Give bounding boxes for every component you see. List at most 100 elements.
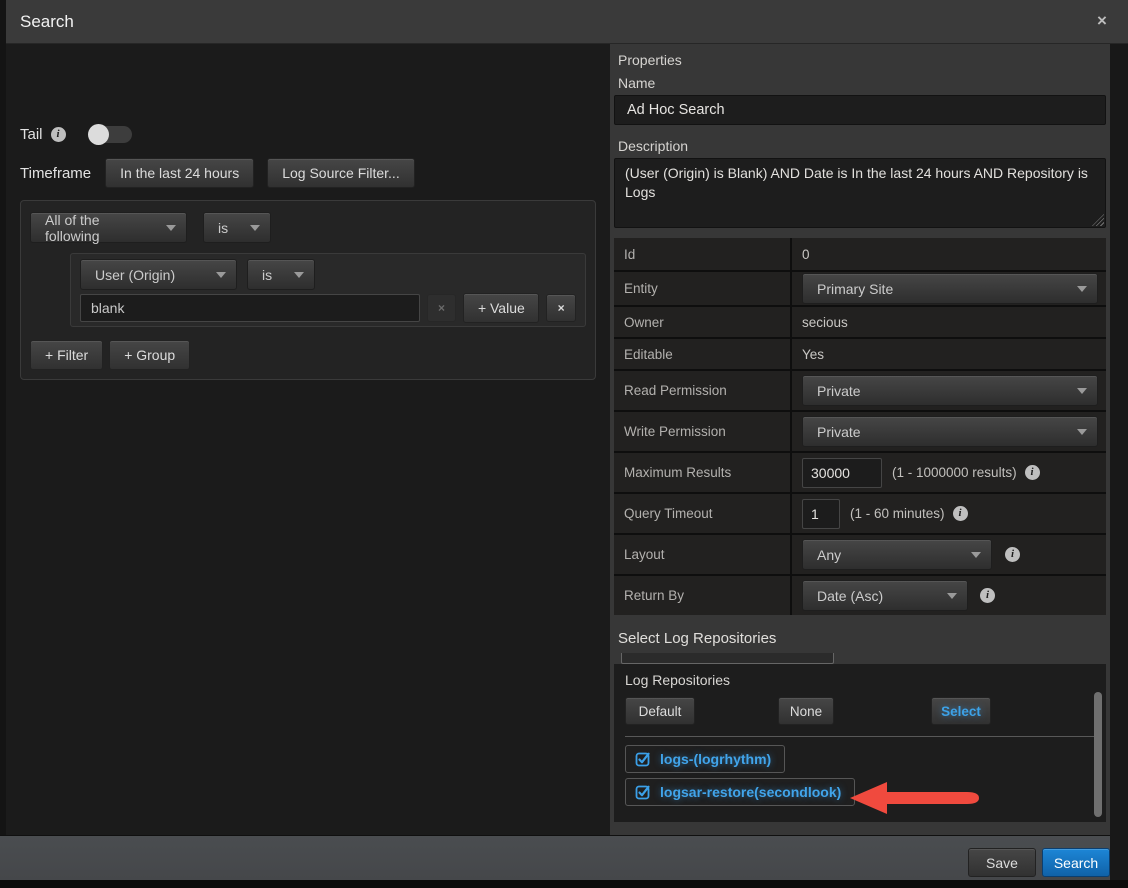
layout-value: Any xyxy=(817,547,841,563)
info-icon[interactable]: i xyxy=(1025,465,1040,480)
chevron-down-icon xyxy=(1077,388,1087,394)
dialog-title: Search xyxy=(20,0,74,43)
timeframe-row: Timeframe In the last 24 hours Log Sourc… xyxy=(20,158,415,188)
row-label: Editable xyxy=(614,339,792,369)
tail-toggle[interactable] xyxy=(88,124,132,145)
row-label: Maximum Results xyxy=(614,453,792,492)
row-label: Read Permission xyxy=(614,371,792,410)
chevron-down-icon xyxy=(166,225,176,231)
group-operator-value: All of the following xyxy=(45,212,156,244)
table-row-layout: Layout Any i xyxy=(614,533,1106,574)
filter-operator-value: is xyxy=(262,267,272,283)
dialog-titlebar: Search × xyxy=(6,0,1128,44)
table-row-editable: Editable Yes xyxy=(614,337,1106,369)
background-page-strip xyxy=(1110,44,1128,888)
chevron-down-icon xyxy=(1077,286,1087,292)
divider xyxy=(625,736,1096,737)
read-permission-dropdown[interactable]: Private xyxy=(802,375,1098,406)
table-row-maximum-results: Maximum Results (1 - 1000000 results) i xyxy=(614,451,1106,492)
repo-chip-label: logs-(logrhythm) xyxy=(660,751,771,767)
select-button[interactable]: Select xyxy=(931,697,991,725)
return-by-dropdown[interactable]: Date (Asc) xyxy=(802,580,968,611)
filter-group-box: All of the following is User (Origin) is xyxy=(20,200,596,380)
filter-row: User (Origin) is × + Value × xyxy=(70,253,586,327)
scrolled-input-remnant xyxy=(621,653,834,664)
info-icon[interactable]: i xyxy=(953,506,968,521)
filter-operator-dropdown[interactable]: is xyxy=(247,259,315,290)
filter-value-input[interactable] xyxy=(80,294,420,322)
save-button[interactable]: Save xyxy=(968,848,1036,877)
name-input[interactable] xyxy=(614,95,1106,125)
name-label: Name xyxy=(618,75,1110,91)
log-repositories-panel: Log Repositories Default None Select log… xyxy=(614,664,1106,822)
add-group-button[interactable]: + Group xyxy=(109,340,190,370)
search-button[interactable]: Search xyxy=(1042,848,1110,877)
repo-chip-label: logsar-restore(secondlook) xyxy=(660,784,841,800)
timeframe-button[interactable]: In the last 24 hours xyxy=(105,158,254,188)
chevron-down-icon xyxy=(250,225,260,231)
table-row-owner: Owner secious xyxy=(614,305,1106,337)
checkbox-checked-icon xyxy=(635,784,651,800)
table-row-entity: Entity Primary Site xyxy=(614,270,1106,305)
maximum-results-input[interactable] xyxy=(802,458,882,488)
row-label: Return By xyxy=(614,576,792,615)
repo-chip-logsar-restore-secondlook[interactable]: logsar-restore(secondlook) xyxy=(625,778,855,806)
log-source-filter-button[interactable]: Log Source Filter... xyxy=(267,158,415,188)
table-row-id: Id 0 xyxy=(614,238,1106,270)
row-label: Owner xyxy=(614,307,792,337)
info-icon[interactable]: i xyxy=(1005,547,1020,562)
chevron-down-icon xyxy=(971,552,981,558)
none-button[interactable]: None xyxy=(778,697,834,725)
filter-field-value: User (Origin) xyxy=(95,267,175,283)
query-timeout-input[interactable] xyxy=(802,499,840,529)
checkbox-checked-icon xyxy=(635,751,651,767)
write-permission-dropdown[interactable]: Private xyxy=(802,416,1098,447)
layout-dropdown[interactable]: Any xyxy=(802,539,992,570)
chevron-down-icon xyxy=(294,272,304,278)
entity-dropdown[interactable]: Primary Site xyxy=(802,273,1098,304)
table-row-read-permission: Read Permission Private xyxy=(614,369,1106,410)
row-label: Layout xyxy=(614,535,792,574)
remove-filter-button[interactable]: × xyxy=(546,294,576,322)
description-textarea[interactable]: (User (Origin) is Blank) AND Date is In … xyxy=(614,158,1106,228)
query-timeout-hint: (1 - 60 minutes) xyxy=(850,506,945,521)
group-condition-value: is xyxy=(218,220,228,236)
table-row-write-permission: Write Permission Private xyxy=(614,410,1106,451)
add-filter-button[interactable]: + Filter xyxy=(30,340,103,370)
description-label: Description xyxy=(618,138,1110,154)
group-condition-dropdown[interactable]: is xyxy=(203,212,271,243)
entity-value: Primary Site xyxy=(817,281,893,297)
editable-value: Yes xyxy=(802,347,824,362)
tail-toggle-knob xyxy=(88,124,109,145)
chevron-down-icon xyxy=(947,593,957,599)
filter-field-dropdown[interactable]: User (Origin) xyxy=(80,259,237,290)
default-button[interactable]: Default xyxy=(625,697,695,725)
row-label: Query Timeout xyxy=(614,494,792,533)
group-operator-dropdown[interactable]: All of the following xyxy=(30,212,187,243)
add-value-button[interactable]: + Value xyxy=(463,293,539,323)
select-log-repositories-label: Select Log Repositories xyxy=(618,630,1110,647)
info-icon[interactable]: i xyxy=(980,588,995,603)
properties-panel: Properties Name Description (User (Origi… xyxy=(610,44,1110,835)
bottom-background-strip xyxy=(0,880,1128,888)
log-repositories-label: Log Repositories xyxy=(625,672,1106,688)
row-label: Id xyxy=(614,238,792,270)
return-by-value: Date (Asc) xyxy=(817,588,883,604)
owner-value: secious xyxy=(802,315,848,330)
id-value: 0 xyxy=(802,247,810,262)
timeframe-label: Timeframe xyxy=(20,165,91,182)
write-permission-value: Private xyxy=(817,424,861,440)
dialog-footer: Save Search xyxy=(0,835,1110,880)
row-label: Entity xyxy=(614,272,792,305)
maximum-results-hint: (1 - 1000000 results) xyxy=(892,465,1017,480)
close-icon[interactable]: × xyxy=(1092,11,1112,31)
tail-label: Tail xyxy=(20,126,43,143)
red-arrow-annotation-icon xyxy=(848,780,980,816)
table-row-return-by: Return By Date (Asc) i xyxy=(614,574,1106,615)
chevron-down-icon xyxy=(1077,429,1087,435)
repos-scrollbar-thumb[interactable] xyxy=(1094,692,1102,817)
tail-info-icon[interactable]: i xyxy=(51,127,66,142)
properties-header: Properties xyxy=(618,52,1110,68)
repo-chip-logs-logrhythm[interactable]: logs-(logrhythm) xyxy=(625,745,785,773)
table-row-query-timeout: Query Timeout (1 - 60 minutes) i xyxy=(614,492,1106,533)
